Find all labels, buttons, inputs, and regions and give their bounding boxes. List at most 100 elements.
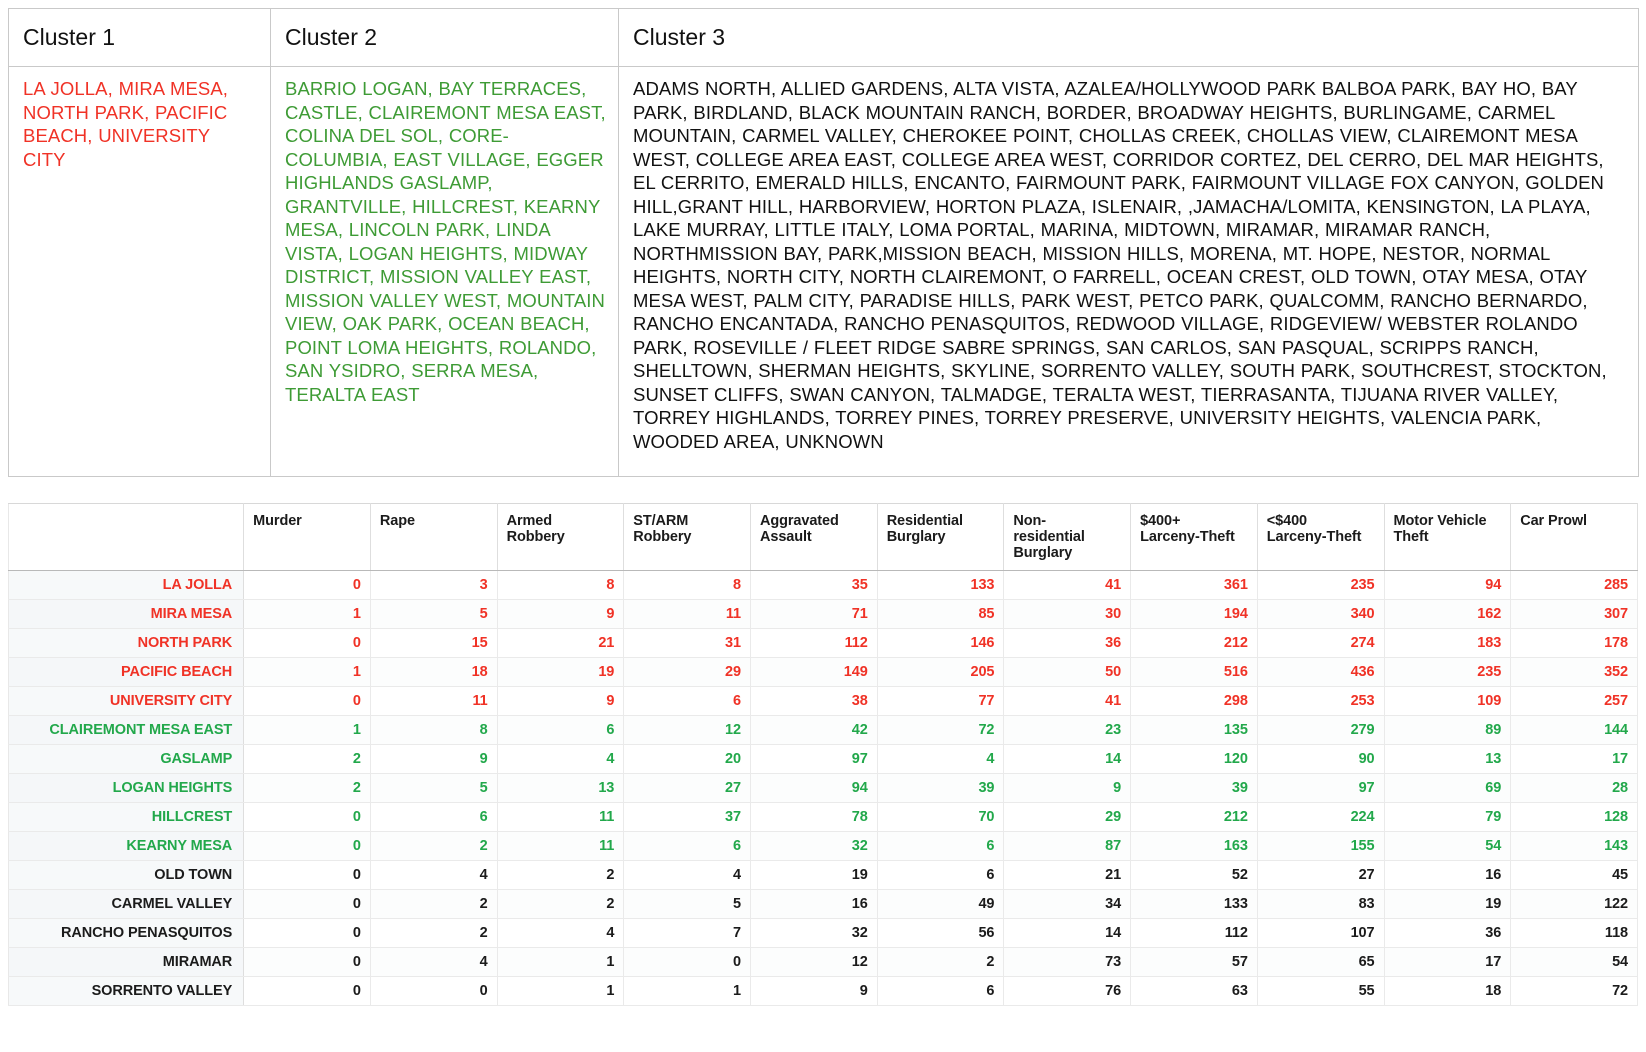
cluster-table-container: Cluster 1 Cluster 2 Cluster 3 LA JOLLA, … (0, 0, 1646, 477)
cell-value: 20 (623, 744, 751, 774)
cell-value: 4 (877, 744, 1005, 774)
cell-value: 2 (370, 889, 498, 919)
cell-value: 34 (1003, 889, 1132, 919)
cell-value: 90 (1257, 744, 1385, 774)
cell-value: 16 (1384, 860, 1512, 890)
cell-value: 94 (750, 773, 878, 803)
cell-value: 1 (497, 947, 625, 977)
cell-value: 4 (370, 860, 498, 890)
cell-value: 50 (1003, 657, 1132, 687)
cluster-1-members: LA JOLLA, MIRA MESA, NORTH PARK, PACIFIC… (8, 66, 271, 477)
cell-value: 8 (623, 570, 751, 600)
cell-value: 235 (1384, 657, 1512, 687)
cell-value: 39 (1130, 773, 1258, 803)
cluster-header-row: Cluster 1 Cluster 2 Cluster 3 (8, 8, 1639, 67)
crime-header-line: Armed (506, 513, 553, 529)
crime-header-line: Rape (379, 513, 415, 529)
cell-value: 73 (1003, 947, 1132, 977)
cell-value: 340 (1257, 599, 1385, 629)
cell-value: 42 (750, 715, 878, 745)
cell-value: 63 (1130, 976, 1258, 1006)
cell-value: 13 (497, 773, 625, 803)
row-label-la-jolla: LA JOLLA (8, 570, 245, 600)
cell-value: 4 (623, 860, 751, 890)
cell-value: 0 (243, 918, 371, 948)
crime-header-line: Car Prowl (1520, 513, 1587, 529)
crime-header-rape: Rape (370, 503, 498, 571)
table-row: LOGAN HEIGHTS 2 5 13 27 94 39 9 39 97 69 28 (8, 773, 1638, 803)
crime-header-400-larceny-theft: $400+ Larceny-Theft (1130, 503, 1258, 571)
cell-value: 11 (497, 831, 625, 861)
cell-value: 18 (1384, 976, 1512, 1006)
cell-value: 1 (243, 715, 371, 745)
crime-header-armed-robbery: Armed Robbery (497, 503, 625, 571)
cell-value: 163 (1130, 831, 1258, 861)
cell-value: 0 (243, 860, 371, 890)
cell-value: 0 (243, 686, 371, 716)
cell-value: 11 (370, 686, 498, 716)
cell-value: 0 (623, 947, 751, 977)
row-label-university-city: UNIVERSITY CITY (8, 686, 245, 716)
cell-value: 2 (497, 860, 625, 890)
cell-value: 12 (750, 947, 878, 977)
cell-value: 279 (1257, 715, 1385, 745)
cell-value: 13 (1384, 744, 1512, 774)
cell-value: 122 (1510, 889, 1638, 919)
cell-value: 194 (1130, 599, 1258, 629)
cell-value: 212 (1130, 628, 1258, 658)
cell-value: 69 (1384, 773, 1512, 803)
cell-value: 436 (1257, 657, 1385, 687)
cell-value: 21 (497, 628, 625, 658)
cell-value: 17 (1384, 947, 1512, 977)
cell-value: 52 (1130, 860, 1258, 890)
cell-value: 31 (623, 628, 751, 658)
cell-value: 97 (750, 744, 878, 774)
crime-header-line: Robbery (506, 529, 565, 545)
cell-value: 0 (243, 889, 371, 919)
crime-header-line: Larceny-Theft (1266, 529, 1362, 545)
cell-value: 55 (1257, 976, 1385, 1006)
crime-header-murder: Murder (243, 503, 371, 571)
cell-value: 224 (1257, 802, 1385, 832)
cluster-table-head: Cluster 1 Cluster 2 Cluster 3 (8, 8, 1639, 67)
cell-value: 54 (1510, 947, 1638, 977)
cell-value: 178 (1510, 628, 1638, 658)
crime-header-st-arm-robbery: ST/ARM Robbery (623, 503, 751, 571)
cell-value: 0 (243, 570, 371, 600)
cell-value: 6 (370, 802, 498, 832)
cell-value: 307 (1510, 599, 1638, 629)
cell-value: 135 (1130, 715, 1258, 745)
cell-value: 235 (1257, 570, 1385, 600)
cluster-2-members: BARRIO LOGAN, BAY TERRACES, CASTLE, CLAI… (270, 66, 619, 477)
cell-value: 72 (1510, 976, 1638, 1006)
cell-value: 71 (750, 599, 878, 629)
cell-value: 54 (1384, 831, 1512, 861)
cell-value: 85 (877, 599, 1005, 629)
cell-value: 2 (370, 831, 498, 861)
row-label-mira-mesa: MIRA MESA (8, 599, 245, 629)
crime-table-head: Murder Rape Armed Robbery ST/ARM Robbery Aggra… (8, 503, 1638, 571)
crime-header-line: Burglary (1013, 545, 1073, 561)
cell-value: 2 (243, 744, 371, 774)
cluster-content-row: LA JOLLA, MIRA MESA, NORTH PARK, PACIFIC… (8, 66, 1639, 477)
cell-value: 133 (1130, 889, 1258, 919)
cell-value: 35 (750, 570, 878, 600)
cell-value: 12 (623, 715, 751, 745)
crime-header-line: Motor Vehicle (1393, 513, 1487, 529)
cell-value: 3 (370, 570, 498, 600)
cell-value: 36 (1384, 918, 1512, 948)
cell-value: 29 (1003, 802, 1132, 832)
cell-value: 79 (1384, 802, 1512, 832)
cell-value: 6 (623, 831, 751, 861)
cell-value: 155 (1257, 831, 1385, 861)
cell-value: 5 (370, 773, 498, 803)
table-row: NORTH PARK 0 15 21 31 112 146 36 212 274 183 178 (8, 628, 1638, 658)
table-row: GASLAMP 2 9 4 20 97 4 14 120 90 13 17 (8, 744, 1638, 774)
cell-value: 2 (497, 889, 625, 919)
table-row: PACIFIC BEACH 1 18 19 29 149 205 50 516 436 235 352 (8, 657, 1638, 687)
crime-header-line: Murder (253, 513, 302, 529)
cell-value: 6 (623, 686, 751, 716)
cell-value: 27 (1257, 860, 1385, 890)
cell-value: 0 (243, 976, 371, 1006)
cell-value: 107 (1257, 918, 1385, 948)
